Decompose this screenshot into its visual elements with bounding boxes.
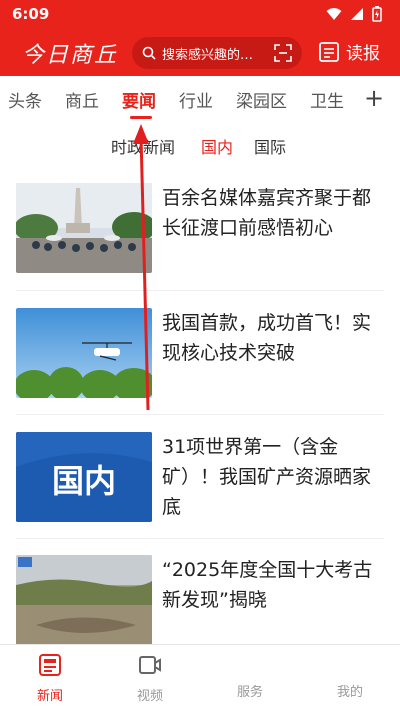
app-logo: 今日商丘 (22, 43, 119, 68)
newspaper-icon (319, 41, 339, 62)
read-label: 读报 (346, 44, 380, 64)
search-placeholder: 搜索感兴趣的… (162, 47, 254, 63)
nav-label: 新闻 (36, 689, 63, 704)
service-icon (220, 653, 280, 677)
thumbnail-caption: 国内 (51, 462, 116, 500)
wifi-icon (326, 8, 342, 20)
divider (16, 414, 384, 415)
sub-tabs: 时政新闻 国内 国际 (0, 122, 400, 168)
scan-icon[interactable] (274, 44, 292, 62)
status-bar: 6:09 (0, 0, 400, 28)
channel-tab[interactable]: 头条 (8, 87, 42, 112)
nav-service[interactable]: 服务 (220, 653, 280, 700)
news-thumbnail: 国内 (16, 432, 152, 522)
app-bar: 今日商丘 搜索感兴趣的… 读报 (0, 28, 400, 76)
search-icon (142, 46, 156, 60)
channel-tab[interactable]: 梁园区 (236, 87, 287, 112)
nav-video[interactable]: 视频 (120, 653, 180, 704)
news-title: “2025年度全国十大考古新发现”揭晓 (162, 559, 373, 611)
nav-label: 我的 (336, 685, 363, 700)
profile-icon (320, 653, 380, 677)
nav-profile[interactable]: 我的 (320, 653, 380, 700)
bottom-navigation: 新闻 视频 服务 我的 (0, 644, 400, 711)
channel-tab[interactable]: 卫生 (310, 87, 350, 112)
news-item[interactable]: 百余名媒体嘉宾齐聚于都长征渡口前感悟初心 (16, 183, 384, 273)
channel-tab[interactable]: 商丘 (65, 87, 99, 112)
divider (16, 290, 384, 291)
nav-label: 服务 (236, 685, 263, 700)
battery-icon (372, 6, 382, 22)
divider (16, 538, 384, 539)
video-icon (139, 656, 161, 674)
news-item[interactable]: 我国首款，成功首飞！实现核心技术突破 (16, 308, 384, 398)
channel-tab[interactable]: 行业 (179, 87, 213, 112)
subtab[interactable]: 国际 (254, 134, 286, 158)
news-title: 百余名媒体嘉宾齐聚于都长征渡口前感悟初心 (162, 187, 372, 239)
read-newspaper-button[interactable]: 读报 (318, 39, 380, 64)
nav-label: 视频 (136, 689, 163, 704)
nav-news[interactable]: 新闻 (20, 653, 80, 704)
add-channel-icon[interactable]: + (364, 84, 384, 112)
signal-icon (351, 8, 363, 20)
subtab-active[interactable]: 国内 (201, 134, 233, 158)
news-thumbnail (16, 555, 152, 645)
search-bar[interactable]: 搜索感兴趣的… (132, 37, 302, 69)
news-item[interactable]: “2025年度全国十大考古新发现”揭晓 (16, 555, 384, 645)
status-icons (326, 6, 382, 22)
channel-tabs: 头条 商丘 要闻 行业 梁园区 卫生 + (0, 76, 400, 122)
subtab[interactable]: 时政新闻 (111, 134, 175, 158)
news-item[interactable]: 国内 31项世界第一（含金矿）！我国矿产资源晒家底 (16, 432, 384, 522)
news-thumbnail (16, 183, 152, 273)
news-icon (39, 654, 61, 676)
news-thumbnail (16, 308, 152, 398)
channel-tab-active[interactable]: 要闻 (122, 87, 156, 112)
news-title: 31项世界第一（含金矿）！我国矿产资源晒家底 (162, 436, 372, 518)
app-header: 6:09 今日商丘 搜索感兴趣的… 读报 (0, 0, 400, 76)
news-title: 我国首款，成功首飞！实现核心技术突破 (162, 312, 372, 364)
status-time: 6:09 (12, 5, 50, 23)
active-tab-indicator (130, 116, 152, 119)
